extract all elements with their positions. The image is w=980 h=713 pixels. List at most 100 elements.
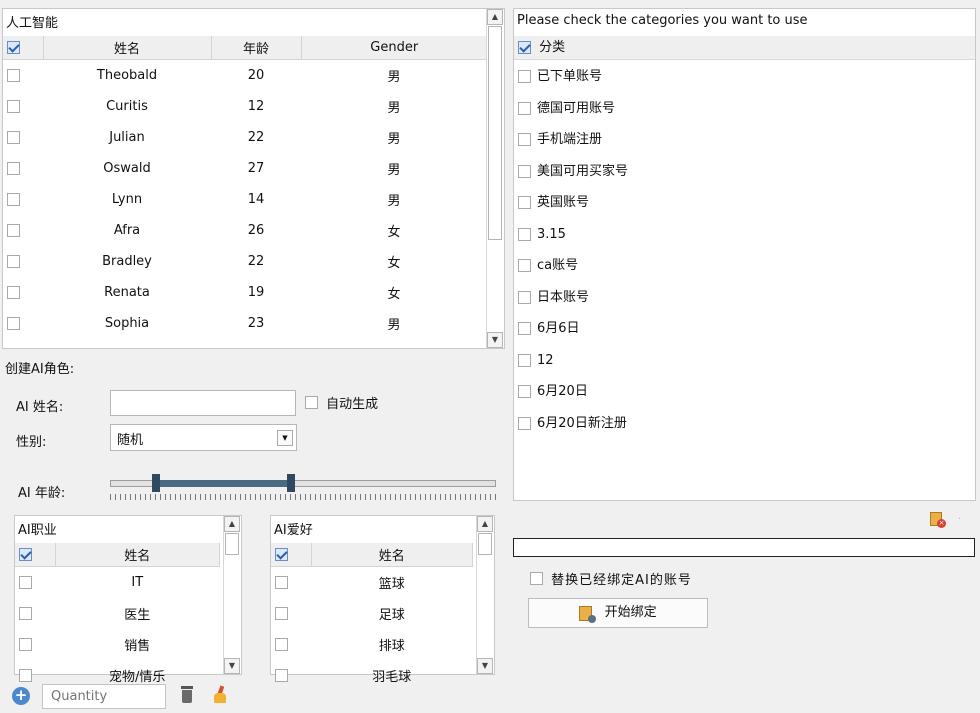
category-item[interactable]: 6月6日	[514, 313, 975, 345]
scroll-up-icon[interactable]: ▲	[487, 9, 503, 25]
table-row[interactable]: Julian 22 男	[3, 122, 487, 153]
category-item[interactable]: 6月20日	[514, 376, 975, 408]
hobby-list-scrollbar[interactable]: ▲ ▼	[476, 516, 494, 674]
list-item[interactable]: IT	[15, 567, 220, 599]
delete-category-icon[interactable]: ×	[930, 511, 946, 529]
category-label: 德国可用账号	[537, 100, 616, 116]
table-row[interactable]: Curitis 12 男	[3, 91, 487, 122]
list-item[interactable]: 排球	[271, 629, 473, 660]
scroll-up-icon[interactable]: ▲	[477, 516, 493, 532]
row-age: 27	[247, 161, 265, 176]
ai-name-input[interactable]	[110, 390, 296, 416]
scroll-down-icon[interactable]: ▼	[487, 332, 503, 348]
category-item[interactable]: 已下单账号	[514, 61, 975, 93]
row-checkbox[interactable]	[3, 122, 43, 153]
gender-label: 性别:	[16, 435, 47, 450]
job-select-all-checkbox[interactable]	[15, 543, 56, 567]
item-checkbox[interactable]	[15, 629, 55, 660]
scroll-thumb[interactable]	[478, 533, 492, 555]
categories-select-all-checkbox[interactable]	[518, 41, 531, 54]
category-checkbox[interactable]	[518, 353, 531, 367]
category-item[interactable]: 美国可用买家号	[514, 156, 975, 188]
item-checkbox[interactable]	[271, 629, 311, 660]
row-checkbox[interactable]	[3, 277, 43, 308]
category-checkbox[interactable]	[518, 259, 531, 273]
row-checkbox[interactable]	[3, 215, 43, 246]
row-checkbox[interactable]	[3, 246, 43, 277]
item-checkbox[interactable]	[15, 567, 55, 599]
start-bind-button[interactable]: 开始绑定	[528, 598, 708, 628]
category-checkbox[interactable]	[518, 416, 531, 430]
auto-generate-checkbox[interactable]: 自动生成	[305, 393, 378, 412]
select-all-checkbox[interactable]	[3, 36, 44, 60]
category-checkbox[interactable]	[518, 70, 531, 84]
table-row[interactable]: Bradley 22 女	[3, 246, 487, 277]
category-item[interactable]: 德国可用账号	[514, 93, 975, 125]
column-header-age[interactable]: 年龄	[211, 36, 302, 60]
row-checkbox[interactable]	[3, 91, 43, 122]
scroll-up-icon[interactable]: ▲	[224, 516, 240, 532]
scroll-thumb[interactable]	[225, 533, 239, 555]
slider-min-handle[interactable]	[152, 474, 160, 492]
clear-broom-icon[interactable]	[212, 685, 228, 704]
more-options-icon[interactable]: ·	[958, 514, 961, 525]
table-row[interactable]: Theobald 20 男	[3, 60, 487, 92]
list-item[interactable]: 销售	[15, 629, 220, 660]
hobby-select-all-checkbox[interactable]	[271, 543, 312, 567]
category-checkbox[interactable]	[518, 164, 531, 178]
category-checkbox[interactable]	[518, 227, 531, 241]
category-checkbox[interactable]	[518, 290, 531, 304]
category-item[interactable]: 英国账号	[514, 187, 975, 219]
row-age: 12	[247, 99, 265, 114]
category-checkbox[interactable]	[518, 196, 531, 210]
table-row[interactable]: Oswald 27 男	[3, 153, 487, 184]
hobby-header[interactable]: 姓名	[311, 543, 473, 567]
ai-table-scrollbar[interactable]: ▲ ▼	[486, 9, 504, 348]
replace-bound-checkbox[interactable]: 替换已经绑定AI的账号	[530, 569, 692, 588]
table-row[interactable]: Lynn 14 男	[3, 184, 487, 215]
row-checkbox[interactable]	[3, 308, 43, 339]
category-checkbox[interactable]	[518, 133, 531, 147]
item-label: 足球	[378, 608, 405, 623]
progress-bar	[513, 538, 975, 557]
list-item[interactable]: 羽毛球	[271, 660, 473, 691]
scroll-thumb[interactable]	[488, 26, 502, 240]
scroll-down-icon[interactable]: ▼	[224, 658, 240, 674]
list-item[interactable]: 篮球	[271, 567, 473, 599]
category-label: 12	[537, 352, 554, 368]
trash-icon[interactable]	[180, 686, 194, 704]
row-name: Theobald	[96, 68, 158, 83]
age-range-slider[interactable]	[110, 474, 496, 506]
category-item[interactable]: 日本账号	[514, 282, 975, 314]
dropdown-arrow-icon[interactable]: ▼	[277, 430, 293, 446]
item-checkbox[interactable]	[271, 660, 311, 691]
row-checkbox[interactable]	[3, 60, 43, 92]
column-header-gender[interactable]: Gender	[301, 36, 487, 60]
list-item[interactable]: 足球	[271, 598, 473, 629]
row-checkbox[interactable]	[3, 153, 43, 184]
job-list-scrollbar[interactable]: ▲ ▼	[223, 516, 241, 674]
quantity-input[interactable]	[42, 684, 166, 709]
slider-max-handle[interactable]	[287, 474, 295, 492]
item-checkbox[interactable]	[15, 598, 55, 629]
category-checkbox[interactable]	[518, 101, 531, 115]
category-item[interactable]: 12	[514, 345, 975, 377]
table-row[interactable]: Renata 19 女	[3, 277, 487, 308]
column-header-name[interactable]: 姓名	[43, 36, 212, 60]
list-item[interactable]: 医生	[15, 598, 220, 629]
category-item[interactable]: 6月20日新注册	[514, 408, 975, 440]
item-checkbox[interactable]	[271, 567, 311, 599]
table-row[interactable]: Afra 26 女	[3, 215, 487, 246]
category-item[interactable]: 手机端注册	[514, 124, 975, 156]
category-item[interactable]: 3.15	[514, 219, 975, 251]
scroll-down-icon[interactable]: ▼	[477, 658, 493, 674]
table-row[interactable]: Sophia 23 男	[3, 308, 487, 339]
category-checkbox[interactable]	[518, 322, 531, 336]
item-checkbox[interactable]	[271, 598, 311, 629]
add-icon[interactable]: +	[12, 687, 30, 705]
gender-select[interactable]: 随机 ▼	[110, 424, 297, 451]
row-checkbox[interactable]	[3, 184, 43, 215]
category-checkbox[interactable]	[518, 385, 531, 399]
job-header[interactable]: 姓名	[55, 543, 220, 567]
category-item[interactable]: ca账号	[514, 250, 975, 282]
